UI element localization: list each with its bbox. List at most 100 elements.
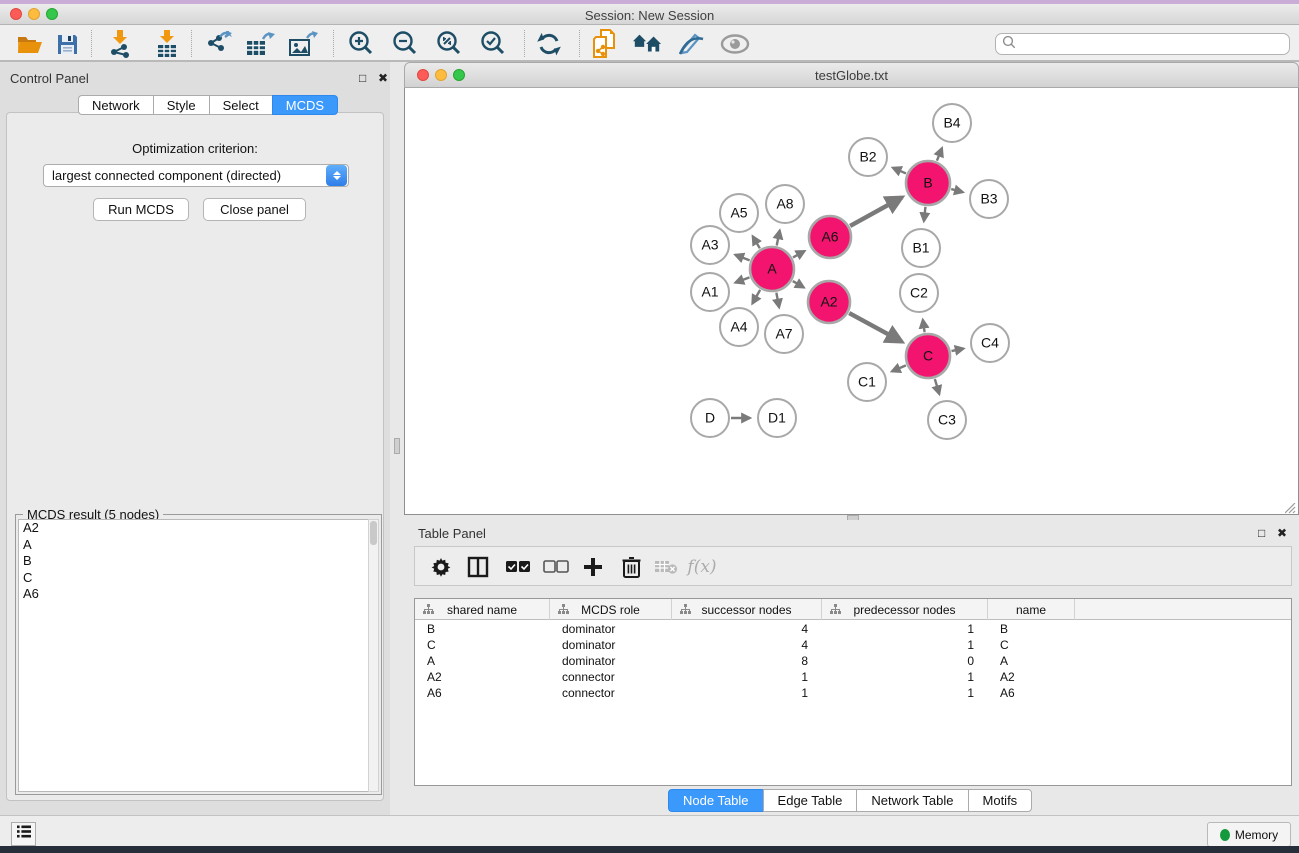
import-network-icon[interactable] (105, 29, 135, 59)
save-session-icon[interactable] (52, 29, 82, 59)
edge-C-C2[interactable] (923, 320, 925, 333)
node-A1[interactable]: A1 (691, 273, 729, 311)
search-input[interactable] (995, 33, 1290, 55)
cell-predecessor-nodes[interactable]: 0 (822, 654, 988, 668)
cell-predecessor-nodes[interactable]: 1 (822, 638, 988, 652)
close-panel-icon[interactable]: ✖ (378, 71, 388, 85)
cell-predecessor-nodes[interactable]: 1 (822, 670, 988, 684)
tab-style[interactable]: Style (153, 95, 209, 115)
node-A[interactable]: A (750, 247, 794, 291)
node-D1[interactable]: D1 (758, 399, 796, 437)
import-table-icon[interactable] (152, 29, 182, 59)
tab-select[interactable]: Select (209, 95, 272, 115)
mcds-result-item[interactable]: A (19, 537, 369, 554)
task-history-button[interactable] (11, 822, 36, 846)
cell-shared-name[interactable]: A (415, 654, 550, 668)
mcds-result-item[interactable]: B (19, 553, 369, 570)
node-A2[interactable]: A2 (808, 281, 850, 323)
home-layout-icon[interactable] (632, 29, 662, 59)
table-row[interactable]: Bdominator41B (415, 621, 1291, 637)
column-header-shared-name[interactable]: shared name (415, 599, 550, 620)
edge-C-C4[interactable] (951, 349, 963, 352)
edge-C-C1[interactable] (892, 365, 906, 371)
cell-name[interactable]: A6 (988, 686, 1075, 700)
column-header-predecessor-nodes[interactable]: predecessor nodes (822, 599, 988, 620)
mcds-list-scrollbar[interactable] (368, 519, 379, 792)
cell-MCDS-role[interactable]: connector (550, 670, 672, 684)
node-C2[interactable]: C2 (900, 274, 938, 312)
node-A8[interactable]: A8 (766, 185, 804, 223)
mcds-result-list[interactable]: A2ABCA6 (18, 519, 370, 792)
node-A4[interactable]: A4 (720, 308, 758, 346)
duplicate-network-icon[interactable] (590, 29, 620, 59)
node-B4[interactable]: B4 (933, 104, 971, 142)
tab-node-table[interactable]: Node Table (668, 789, 763, 812)
zoom-fit-icon[interactable] (434, 29, 464, 59)
node-B3[interactable]: B3 (970, 180, 1008, 218)
node-B1[interactable]: B1 (902, 229, 940, 267)
table-row[interactable]: Cdominator41C (415, 637, 1291, 653)
column-header-successor-nodes[interactable]: successor nodes (672, 599, 822, 620)
mcds-result-item[interactable]: C (19, 570, 369, 587)
zoom-out-icon[interactable] (390, 29, 420, 59)
edge-B-B1[interactable] (924, 207, 926, 221)
export-network-icon[interactable] (203, 29, 233, 59)
edge-A-A2[interactable] (793, 281, 804, 287)
hide-labels-icon[interactable] (676, 29, 706, 59)
node-C[interactable]: C (906, 334, 950, 378)
cell-predecessor-nodes[interactable]: 1 (822, 686, 988, 700)
cell-successor-nodes[interactable]: 1 (672, 686, 822, 700)
run-mcds-button[interactable]: Run MCDS (93, 198, 189, 221)
cell-successor-nodes[interactable]: 8 (672, 654, 822, 668)
vertical-split-handle[interactable] (394, 438, 400, 454)
cell-successor-nodes[interactable]: 1 (672, 670, 822, 684)
edge-A-A3[interactable] (735, 255, 749, 261)
cell-shared-name[interactable]: B (415, 622, 550, 636)
export-table-icon[interactable] (245, 29, 275, 59)
cell-name[interactable]: B (988, 622, 1075, 636)
edge-A-A5[interactable] (753, 236, 760, 248)
edge-B-B2[interactable] (893, 168, 906, 174)
show-columns-icon[interactable] (463, 552, 493, 582)
cell-MCDS-role[interactable]: dominator (550, 638, 672, 652)
mcds-result-item[interactable]: A6 (19, 586, 369, 603)
delete-table-icon[interactable] (651, 552, 681, 582)
cell-shared-name[interactable]: A2 (415, 670, 550, 684)
export-image-icon[interactable] (288, 29, 318, 59)
edge-A6-B[interactable] (850, 197, 902, 225)
node-C1[interactable]: C1 (848, 363, 886, 401)
cell-successor-nodes[interactable]: 4 (672, 622, 822, 636)
edge-A-A6[interactable] (793, 251, 805, 257)
cell-MCDS-role[interactable]: connector (550, 686, 672, 700)
edge-A2-C[interactable] (849, 313, 901, 342)
node-D[interactable]: D (691, 399, 729, 437)
tab-network[interactable]: Network (78, 95, 153, 115)
tab-network-table[interactable]: Network Table (856, 789, 967, 812)
memory-button[interactable]: Memory (1207, 822, 1291, 847)
table-row[interactable]: A2connector11A2 (415, 669, 1291, 685)
column-header-name[interactable]: name (988, 599, 1075, 620)
delete-column-trash-icon[interactable] (616, 552, 646, 582)
column-header-MCDS-role[interactable]: MCDS role (550, 599, 672, 620)
cell-name[interactable]: A (988, 654, 1075, 668)
node-A3[interactable]: A3 (691, 226, 729, 264)
select-all-icon[interactable] (503, 552, 533, 582)
criterion-dropdown[interactable]: largest connected component (directed) (43, 164, 349, 187)
edge-B-B3[interactable] (951, 189, 963, 192)
app-titlebar[interactable]: Session: New Session (0, 4, 1299, 25)
add-column-icon[interactable] (578, 552, 608, 582)
tab-motifs[interactable]: Motifs (968, 789, 1033, 812)
cell-name[interactable]: C (988, 638, 1075, 652)
node-B2[interactable]: B2 (849, 138, 887, 176)
node-C4[interactable]: C4 (971, 324, 1009, 362)
float-panel-icon[interactable]: □ (359, 71, 366, 85)
edge-C-C3[interactable] (935, 379, 939, 394)
edge-A-A4[interactable] (752, 290, 760, 304)
cell-MCDS-role[interactable]: dominator (550, 622, 672, 636)
cell-shared-name[interactable]: A6 (415, 686, 550, 700)
edge-A-A1[interactable] (735, 277, 749, 282)
network-canvas[interactable]: B4B2BB3A8A5A6A3B1AA1C2A2A4A7CC4C1C3DD1 (404, 88, 1299, 515)
tab-edge-table[interactable]: Edge Table (763, 789, 857, 812)
cell-successor-nodes[interactable]: 4 (672, 638, 822, 652)
node-B[interactable]: B (906, 161, 950, 205)
